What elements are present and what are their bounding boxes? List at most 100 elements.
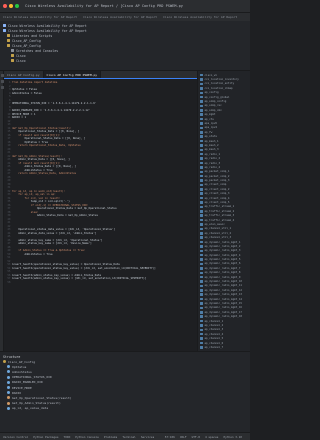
variable-icon	[200, 139, 203, 143]
outline-label: ap_dynamic_radio_mgmt_16	[204, 306, 242, 310]
code-area[interactable]: 1 from datetime import datetime 2 3 OpStatus…	[4, 79, 197, 284]
outline-label: ap_client_comp_3	[204, 192, 230, 196]
project-tree: Cisco Wireless Availability for AP Repor…	[0, 21, 250, 71]
project-tree-label: Scratches and Consoles	[16, 48, 59, 53]
outline-label: ap_traffic_stream_2	[204, 209, 235, 213]
title-bar: Cisco Wireless Availability for AP Repor…	[0, 0, 250, 13]
status-tool-button[interactable]: Python Console	[75, 435, 99, 439]
outline-label: ap_channel_3	[204, 328, 224, 332]
variable-icon	[200, 328, 203, 332]
variable-icon	[200, 253, 203, 257]
editor-tab[interactable]: Cisco AP Config.py	[4, 71, 44, 78]
outline-label: ap_fw	[204, 130, 213, 134]
outline-label: ap_cts	[204, 117, 214, 121]
variable-icon	[200, 91, 203, 94]
outline-label: ap_dynamic_radio_mgmt_6	[204, 262, 241, 266]
variable-icon	[200, 346, 203, 349]
variable-icon	[200, 315, 203, 318]
breadcrumb-item[interactable]: Cisco Wireless Availability for AP Repor…	[3, 15, 77, 19]
variable-icon	[200, 144, 203, 147]
breadcrumb-item[interactable]: Cisco Wireless Availability for AP Repor…	[163, 15, 237, 19]
outline-label: ap_wlan_assoc	[204, 222, 225, 226]
outline-item[interactable]: ap_channel_7	[198, 345, 250, 349]
variable-icon	[200, 113, 203, 116]
editor-tab[interactable]: Cisco AP Config PRD PSWEM.py	[43, 71, 102, 78]
outline-label: ap_channel_6	[204, 341, 224, 345]
outline-label: aps_ipv6	[204, 121, 218, 125]
project-tree-label: Cisco Wireless Availability for AP Repor…	[8, 23, 87, 28]
status-indicator[interactable]: CRLF	[180, 435, 187, 439]
outline-label: ap_dynamic_radio_mgmt_4	[204, 253, 241, 257]
folder-icon	[7, 39, 10, 42]
project-tree-label: Cisco_AP_Config	[12, 43, 41, 48]
variable-icon	[200, 78, 203, 81]
variable-icon	[200, 201, 203, 204]
variable-icon	[200, 87, 203, 90]
outline-label: ap_dynamic_radio_mgmt_8	[204, 271, 241, 275]
outline-label: ap_packet_comp_3	[204, 179, 230, 183]
outline-label: ap_dynamic_radio_mgmt_3	[204, 249, 241, 253]
outline-label: ap_dynamic_radio_mgmt_10	[204, 280, 242, 284]
structure-item[interactable]: ap_id, ap_value_data	[3, 406, 247, 411]
folder-icon	[3, 29, 6, 32]
variable-icon	[200, 183, 203, 187]
breadcrumb-item[interactable]: Cisco Wireless Availability for AP Repor…	[83, 15, 157, 19]
outline-label: ap_channel_1	[204, 319, 224, 323]
structure-label: RADIO	[12, 390, 22, 395]
outline-label: ap_mgmt	[204, 113, 216, 117]
outline-label: ap_channel_4	[204, 332, 224, 336]
outline-label: ap_dynamic_radio_mgmt_1	[204, 240, 241, 244]
outline-label: ap_snmp_cmx	[204, 108, 222, 112]
variable-icon	[200, 271, 203, 275]
project-tree-label: Cisco	[16, 53, 26, 58]
project-tree-item[interactable]: Cisco	[3, 58, 247, 63]
variable-icon	[200, 214, 203, 217]
project-tree-label: Cisco_AP_Config	[12, 38, 41, 43]
folder-icon	[7, 44, 10, 47]
outline-label: ap_client_comp	[204, 183, 227, 187]
status-indicator[interactable]: UTF-8	[192, 435, 200, 439]
variable-icon	[200, 332, 203, 336]
outline-label: ap_channel_util_3	[204, 236, 232, 240]
status-tool-button[interactable]: Problems	[104, 435, 117, 439]
variable-icon	[200, 306, 203, 310]
outline-label: ap_snmp_rec	[204, 104, 222, 108]
structure-label: Get_Op_Operational_Status(result)	[12, 395, 72, 400]
zoom-window-button[interactable]	[15, 4, 19, 8]
status-tool-button[interactable]: Python Packages	[33, 435, 58, 439]
status-tool-button[interactable]: TODO	[64, 435, 71, 439]
structure-panel: Structure Cisco_AP_Config OpStatus AdminSt…	[0, 351, 250, 432]
variable-icon	[200, 324, 203, 327]
structure-label: DEVICE_MODE	[12, 385, 32, 390]
status-indicator[interactable]: 4 spaces	[205, 435, 218, 439]
structure-label: RADIO_ENABLED_OID	[12, 380, 43, 385]
outline-label: ap_dynamic_radio_mgmt_14	[204, 297, 242, 301]
variable-icon	[200, 196, 203, 200]
status-tool-button[interactable]: Services	[141, 435, 154, 439]
status-tool-button[interactable]: Terminal	[122, 435, 135, 439]
outline-label: ap_dynamic_radio_mgmt_7	[204, 266, 241, 270]
variable-icon	[200, 100, 203, 103]
variable-icon	[200, 122, 203, 125]
project-tree-label: Cisco Wireless Availability for AP Repor…	[8, 28, 87, 33]
status-indicator[interactable]: 57:106	[165, 435, 175, 439]
variable-icon	[200, 280, 203, 283]
symbol-icon	[3, 360, 6, 364]
structure-list: Cisco_AP_Config OpStatus AdminStatus OPERAT…	[3, 359, 247, 411]
outline-label: ap_traffic_stream_1	[204, 205, 235, 209]
variable-icon	[200, 117, 203, 121]
variable-icon	[200, 205, 203, 209]
symbol-icon	[7, 386, 10, 390]
structure-label: OpStatus	[12, 364, 27, 369]
outline-label: ap_packet_comp_2	[204, 174, 230, 178]
outline-label: ap_dynamic_radio_mgmt_2	[204, 244, 241, 248]
status-tool-button[interactable]: Version Control	[3, 435, 28, 439]
close-window-button[interactable]	[3, 4, 7, 8]
status-indicator[interactable]: Python 3.10	[223, 435, 242, 439]
variable-icon	[200, 258, 203, 261]
project-tree-label: Cisco	[16, 58, 26, 63]
symbol-icon	[7, 391, 10, 395]
structure-label: ap_id, ap_value_data	[12, 406, 49, 411]
outline-label: ccx_location_chmap	[204, 86, 233, 90]
minimize-window-button[interactable]	[9, 4, 13, 8]
